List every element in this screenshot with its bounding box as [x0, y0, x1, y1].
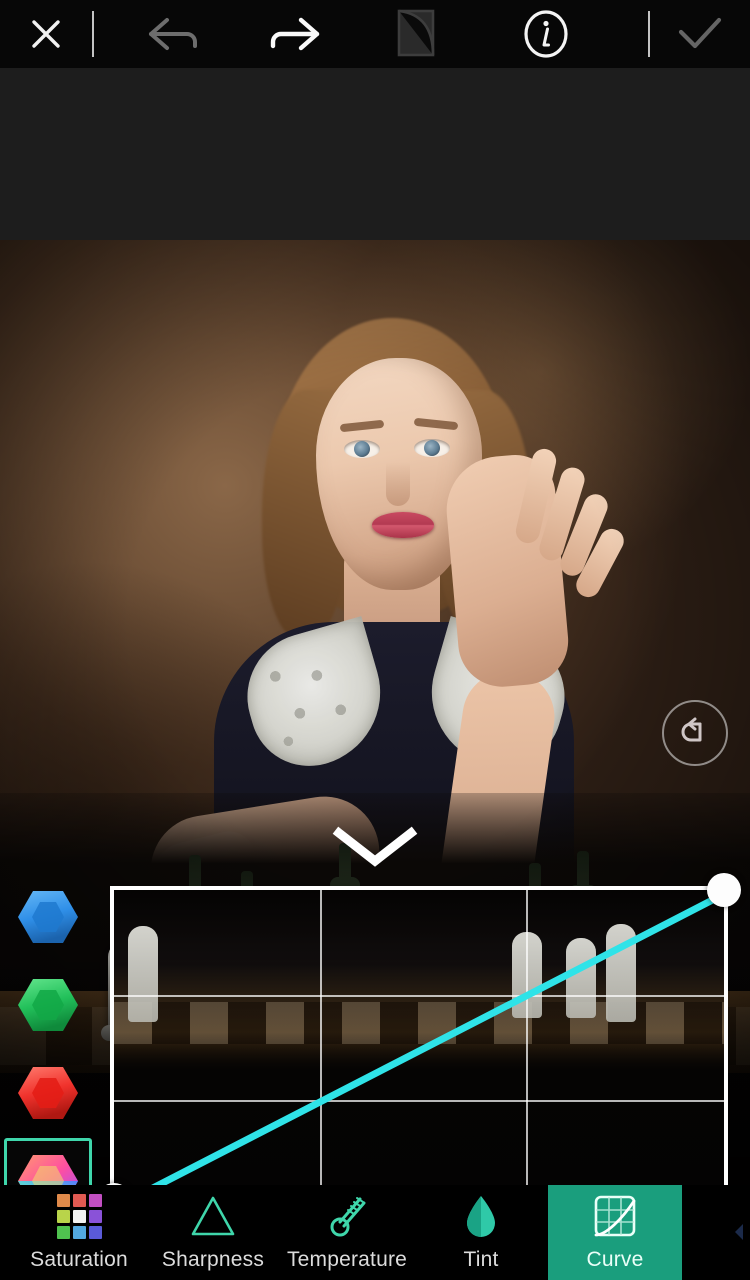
tool-label: Temperature [286, 1248, 408, 1271]
toolbar-divider-right [648, 11, 650, 57]
info-icon [524, 10, 568, 58]
tool-saturation[interactable]: Saturation [12, 1185, 146, 1280]
letterbox-top [0, 68, 750, 240]
redo-button[interactable] [234, 0, 352, 68]
toolbar-left-pad [0, 1185, 12, 1280]
compare-original-button[interactable] [352, 0, 482, 68]
channel-button-blue[interactable] [4, 874, 92, 960]
tool-curve[interactable]: Curve [548, 1185, 682, 1280]
tool-label: Tint [463, 1248, 499, 1271]
collapse-panel-button[interactable] [327, 820, 423, 872]
info-button[interactable] [482, 0, 610, 68]
reset-adjustment-button[interactable] [662, 700, 728, 766]
done-check-icon [678, 17, 722, 49]
hexagon-blue-icon [18, 891, 78, 943]
curve-grid-icon [592, 1193, 638, 1239]
triangle-icon [190, 1193, 236, 1239]
redo-icon [270, 17, 320, 51]
hexagon-green-icon [18, 979, 78, 1031]
undo-icon [149, 18, 197, 50]
undo-button[interactable] [116, 0, 234, 68]
tool-sharpness[interactable]: Sharpness [146, 1185, 280, 1280]
saturation-grid-icon [56, 1193, 102, 1239]
channel-button-green[interactable] [4, 962, 92, 1048]
chevron-down-icon [332, 826, 418, 867]
tone-curve-panel[interactable] [97, 873, 741, 1185]
compare-original-icon [397, 9, 435, 57]
tool-label: Saturation [30, 1248, 128, 1271]
tool-temperature[interactable]: Temperature [280, 1185, 414, 1280]
top-toolbar [0, 0, 750, 68]
tone-curve-line [151, 890, 724, 1185]
droplet-icon [461, 1193, 501, 1239]
hexagon-rgb-icon [18, 1155, 78, 1185]
tone-curve-inner [114, 890, 724, 1185]
toolbar-divider-left [92, 11, 94, 57]
chevron-left-icon [735, 1224, 743, 1240]
thermometer-icon [324, 1193, 370, 1239]
channel-button-red[interactable] [4, 1050, 92, 1136]
reset-icon [681, 717, 702, 742]
close-icon [32, 20, 60, 48]
tool-tint[interactable]: Tint [414, 1185, 548, 1280]
editor-stage [0, 68, 750, 1185]
curve-control-point-white[interactable] [707, 873, 741, 907]
toolbar-scroll-indicator[interactable] [732, 1221, 746, 1243]
tool-label: Sharpness [161, 1248, 265, 1271]
hexagon-red-icon [18, 1067, 78, 1119]
channel-selector [0, 868, 96, 1185]
channel-button-rgb[interactable] [4, 1138, 92, 1185]
adjustment-toolbar: Saturation Sharpness Temperature Tint Cu… [0, 1185, 750, 1280]
tool-label: Curve [586, 1248, 644, 1271]
apply-button[interactable] [650, 0, 750, 68]
close-button[interactable] [0, 0, 92, 68]
